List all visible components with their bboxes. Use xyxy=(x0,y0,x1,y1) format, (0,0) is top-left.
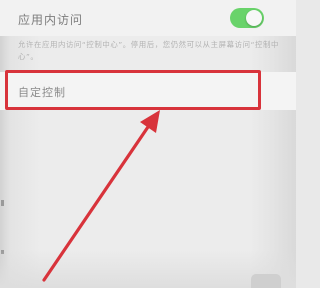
arrow-icon xyxy=(42,110,160,282)
settings-screen: 应用内访问 允许在应用内访问“控制中心”。停用后，您仍然可以从主屏幕访问“控制中… xyxy=(0,0,296,288)
